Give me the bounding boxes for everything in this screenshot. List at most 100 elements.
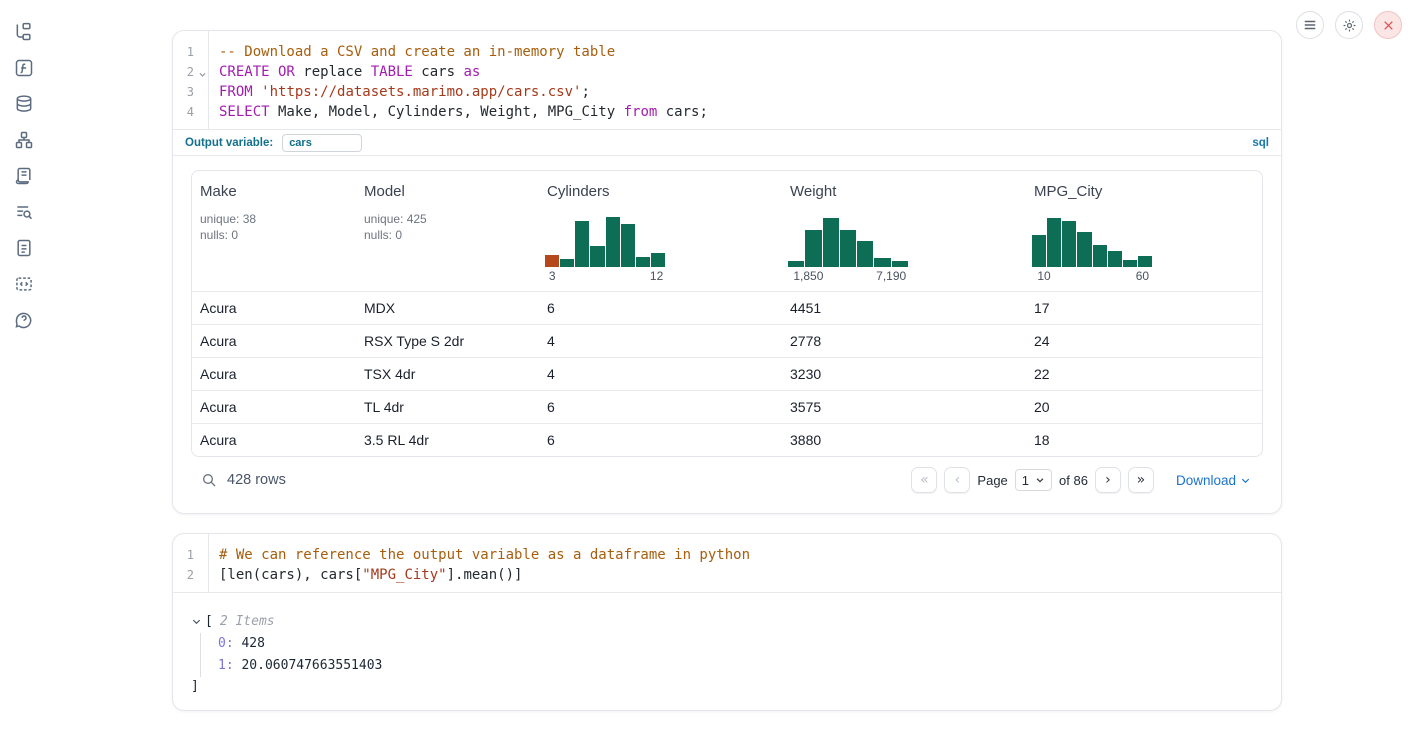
python-code-editor[interactable]: 12 # We can reference the output variabl… [173,534,1281,592]
table-cell: 18 [1026,424,1262,456]
list-output-header: [ 2 Items [191,611,1265,631]
prev-page-button[interactable]: ‹ [944,467,970,493]
table-cell: TSX 4dr [356,358,539,390]
table-row[interactable]: Acura3.5 RL 4dr6388018 [192,423,1262,456]
database-icon[interactable] [14,94,34,114]
histogram-axis-labels: 1,8507,190 [788,269,908,284]
column-stat: nulls: 0 [364,227,531,243]
pagination: « ‹ Page 1 of 86 › » [911,467,1154,493]
last-page-button[interactable]: » [1128,467,1154,493]
table-row[interactable]: AcuraTL 4dr6357520 [192,390,1262,423]
sidebar [0,0,48,729]
histogram-bar [805,230,821,267]
scratchpad-icon[interactable] [14,166,34,186]
table-cell: TL 4dr [356,391,539,423]
histogram-bar [874,258,890,267]
open-bracket: [ [205,614,213,629]
table-cell: 3.5 RL 4dr [356,424,539,456]
chevron-down-icon [1035,475,1045,485]
file-tree-icon[interactable] [14,22,34,42]
python-gutter: 12 [173,534,209,592]
table-body: AcuraMDX6445117AcuraRSX Type S 2dr427782… [192,291,1262,456]
fold-chevron-icon[interactable] [198,65,207,74]
line-number: 4 [173,102,204,122]
column-title[interactable]: MPG_City [1034,183,1254,200]
logs-search-icon[interactable] [14,202,34,222]
table-cell: 3880 [782,424,1026,456]
histogram-bars [545,215,665,267]
histogram-bar [636,257,650,267]
histogram-bar [1062,221,1076,267]
line-number: 1 [173,42,204,62]
column-header-make: Makeunique: 38nulls: 0 [192,171,356,291]
histogram-bar [1123,260,1137,267]
language-badge: sql [1252,137,1269,149]
first-page-button[interactable]: « [911,467,937,493]
next-page-button[interactable]: › [1095,467,1121,493]
table-row[interactable]: AcuraRSX Type S 2dr4277824 [192,324,1262,357]
python-cell-output: [ 2 Items 0: 4281: 20.060747663551403 ] [173,593,1281,710]
sql-code-editor[interactable]: 1234 -- Download a CSV and create an in-… [173,31,1281,129]
row-count: 428 rows [227,472,286,488]
search-icon[interactable] [201,472,217,488]
chevron-down-icon [1240,475,1251,486]
documentation-icon[interactable] [14,238,34,258]
code-line: SELECT Make, Model, Cylinders, Weight, M… [219,102,1281,122]
histogram-bar [1077,232,1091,267]
sql-cell: 1234 -- Download a CSV and create an in-… [172,30,1282,514]
snippets-icon[interactable] [14,274,34,294]
sql-gutter: 1234 [173,31,209,129]
output-variable-row: Output variable: sql [173,129,1281,156]
histogram-min-label: 3 [549,269,556,283]
histogram-max-label: 60 [1136,269,1149,283]
code-line: -- Download a CSV and create an in-memor… [219,42,1281,62]
table-cell: Acura [192,391,356,423]
list-entry-index: 0: [218,636,234,651]
output-variable-input[interactable] [282,134,362,152]
page-label: Page [977,473,1007,488]
table-cell: 6 [539,424,782,456]
table-cell: MDX [356,292,539,324]
table-row[interactable]: AcuraMDX6445117 [192,291,1262,324]
table-row[interactable]: AcuraTSX 4dr4323022 [192,357,1262,390]
histogram-axis-labels: 1060 [1032,269,1152,284]
collapse-chevron-icon[interactable] [191,616,202,627]
function-icon[interactable] [14,58,34,78]
table-cell: Acura [192,292,356,324]
column-histogram: 1,8507,190 [788,215,908,284]
histogram-bar [590,246,604,267]
dependency-graph-icon[interactable] [14,130,34,150]
top-controls [1296,11,1402,39]
help-icon[interactable] [14,310,34,330]
column-title[interactable]: Weight [790,183,1018,200]
download-label: Download [1176,473,1236,488]
histogram-bar [575,221,589,267]
histogram-axis-labels: 3 12 [545,269,665,284]
histogram-bar [560,259,574,267]
column-title[interactable]: Model [364,183,531,200]
column-title[interactable]: Cylinders [547,183,774,200]
histogram-bar [1093,245,1107,267]
list-entries: 0: 4281: 20.060747663551403 [200,633,1265,677]
sql-code[interactable]: -- Download a CSV and create an in-memor… [209,31,1281,129]
python-code[interactable]: # We can reference the output variable a… [209,534,1281,592]
histogram-bar [545,255,559,267]
histogram-max-label: 12 [650,269,663,283]
code-line: [len(cars), cars["MPG_City"].mean()] [219,565,1281,585]
column-title[interactable]: Make [200,183,348,200]
column-header-model: Modelunique: 425nulls: 0 [356,171,539,291]
settings-button[interactable] [1335,11,1363,39]
table-cell: 4451 [782,292,1026,324]
list-entry: 0: 428 [218,633,1265,655]
download-button[interactable]: Download [1176,473,1251,488]
histogram-bar [1108,251,1122,267]
shutdown-button[interactable] [1374,11,1402,39]
line-number: 1 [173,545,204,565]
sql-cell-output: Makeunique: 38nulls: 0Modelunique: 425nu… [173,156,1281,513]
code-line: CREATE OR replace TABLE cars as [219,62,1281,82]
menu-button[interactable] [1296,11,1324,39]
column-header-mpg_city: MPG_City 1060 [1026,171,1262,291]
histogram-bar [651,253,665,267]
histogram-bar [1138,256,1152,267]
page-select[interactable]: 1 [1015,469,1052,491]
